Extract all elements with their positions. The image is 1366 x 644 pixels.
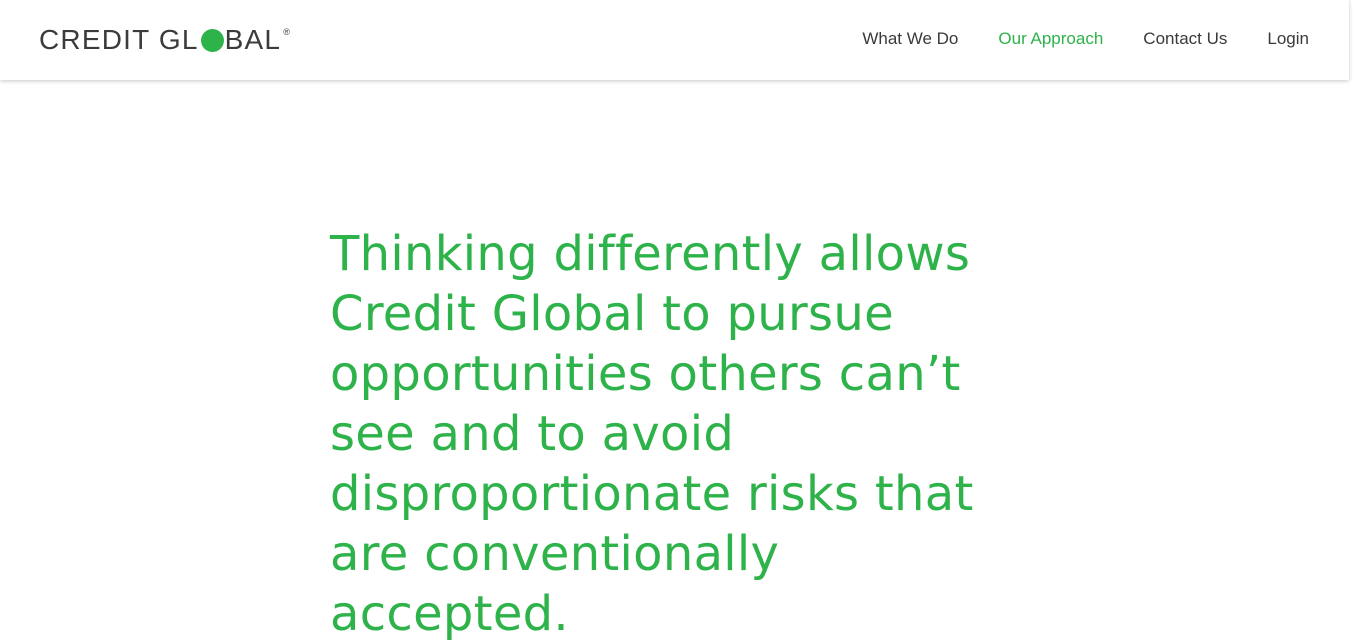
main-nav: What We Do Our Approach Contact Us Login (862, 28, 1309, 50)
nav-link-what-we-do[interactable]: What We Do (862, 28, 958, 50)
logo-text-end: BAL (224, 24, 282, 55)
page-scrollbar[interactable] (1349, 0, 1366, 643)
credit-global-logo[interactable]: CREDIT GL BAL ® (39, 25, 291, 55)
logo-globe-dot-icon (200, 28, 224, 52)
nav-link-our-approach[interactable]: Our Approach (998, 28, 1103, 50)
registered-mark: ® (283, 27, 292, 37)
approach-headline: Thinking differently allows Credit Globa… (330, 226, 974, 642)
site-header: CREDIT GL BAL ® What We Do Our Approach … (0, 0, 1349, 80)
nav-link-login[interactable]: Login (1267, 28, 1309, 50)
nav-link-contact-us[interactable]: Contact Us (1143, 28, 1227, 50)
logo-text-start: CREDIT GL (39, 24, 199, 55)
